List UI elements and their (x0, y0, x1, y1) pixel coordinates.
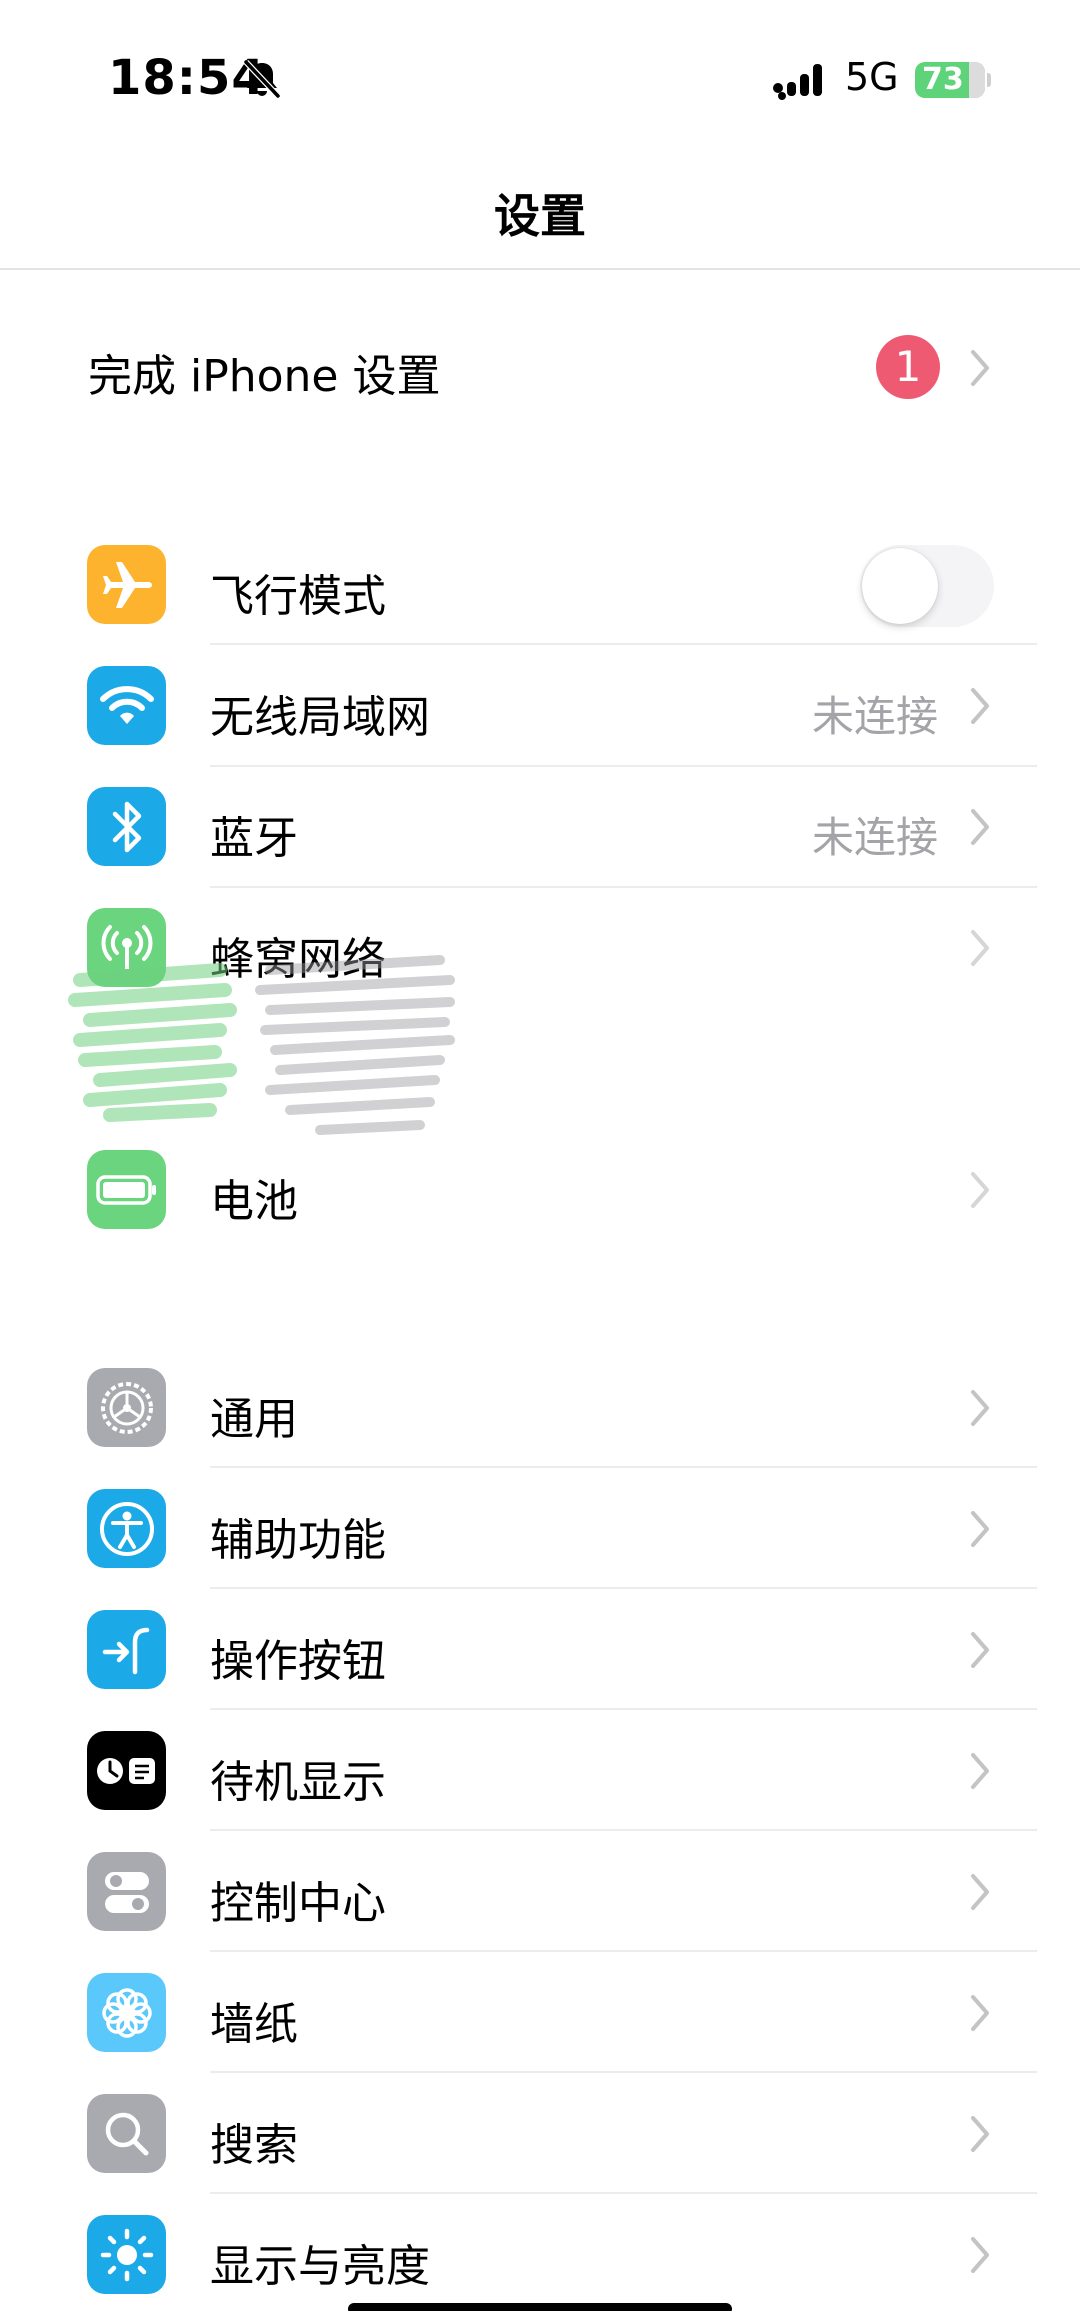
gear-icon (87, 1368, 166, 1447)
row-divider (210, 643, 1037, 645)
search-label: 搜索 (210, 2120, 298, 2171)
general-label: 通用 (210, 1394, 298, 1445)
chevron-right-icon (971, 1172, 989, 1208)
settings-row-bluetooth[interactable]: 蓝牙 未连接 (0, 767, 1080, 887)
settings-row-wifi[interactable]: 无线局域网 未连接 (0, 646, 1080, 766)
wifi-icon (87, 666, 166, 745)
header-divider (0, 268, 1080, 270)
settings-row-wallpaper[interactable]: 墙纸 (0, 1953, 1080, 2073)
accessibility-icon (87, 1489, 166, 1568)
airplane-icon (87, 545, 166, 624)
row-divider (210, 1950, 1037, 1952)
chevron-right-icon (971, 350, 989, 386)
network-type: 5G (845, 55, 899, 99)
chevron-right-icon (971, 1995, 989, 2031)
battery-tip (987, 73, 991, 87)
settings-row-control-center[interactable]: 控制中心 (0, 1832, 1080, 1952)
settings-row-standby[interactable]: 待机显示 (0, 1711, 1080, 1831)
brightness-icon (87, 2215, 166, 2294)
accessibility-label: 辅助功能 (210, 1515, 386, 1566)
row-divider (210, 1587, 1037, 1589)
chevron-right-icon (971, 1632, 989, 1668)
row-divider (210, 2071, 1037, 2073)
battery-icon (87, 1150, 166, 1229)
chevron-right-icon (971, 1753, 989, 1789)
chevron-right-icon (971, 688, 989, 724)
control-center-label: 控制中心 (210, 1878, 386, 1929)
settings-row-search[interactable]: 搜索 (0, 2074, 1080, 2194)
notification-badge: 1 (876, 335, 940, 399)
wifi-status: 未连接 (811, 692, 938, 741)
settings-row-display-brightness[interactable]: 显示与亮度 (0, 2195, 1080, 2311)
finish-setup-label: 完成 iPhone 设置 (88, 351, 441, 402)
bluetooth-icon (87, 787, 166, 866)
wallpaper-icon (87, 1973, 166, 2052)
wallpaper-label: 墙纸 (210, 1999, 298, 2050)
page-title: 设置 (494, 189, 586, 243)
chevron-right-icon (971, 1390, 989, 1426)
bluetooth-status: 未连接 (811, 813, 938, 862)
chevron-right-icon (971, 1511, 989, 1547)
row-divider (210, 1708, 1037, 1710)
toggle-knob (862, 548, 938, 624)
search-icon (87, 2094, 166, 2173)
cellular-label: 蜂窝网络 (210, 934, 386, 985)
standby-label: 待机显示 (210, 1757, 386, 1808)
action-button-label: 操作按钮 (210, 1636, 386, 1687)
chevron-right-icon (971, 930, 989, 966)
chevron-right-icon (971, 809, 989, 845)
settings-row-battery[interactable]: 电池 (0, 1130, 1080, 1250)
settings-row-cellular[interactable]: 蜂窝网络 (0, 888, 1080, 1008)
standby-icon (87, 1731, 166, 1810)
battery-label: 电池 (210, 1176, 298, 1227)
row-divider (210, 1829, 1037, 1831)
airplane-mode-label: 飞行模式 (210, 571, 386, 622)
row-divider (210, 2192, 1037, 2194)
bluetooth-label: 蓝牙 (210, 813, 298, 864)
action-button-icon (87, 1610, 166, 1689)
battery-level: 73 (922, 62, 964, 97)
control-center-icon (87, 1852, 166, 1931)
chevron-right-icon (971, 2116, 989, 2152)
cellular-icon (87, 908, 166, 987)
chevron-right-icon (971, 1874, 989, 1910)
status-bar: 18:54 5G 73 (0, 0, 1080, 150)
settings-row-action-button[interactable]: 操作按钮 (0, 1590, 1080, 1710)
chevron-right-icon (971, 2237, 989, 2273)
battery-indicator: 73 (915, 62, 985, 98)
row-divider (210, 1466, 1037, 1468)
settings-row-accessibility[interactable]: 辅助功能 (0, 1469, 1080, 1589)
settings-screen: 18:54 5G 73 设置 完成 iPhone 设置 1 飞行模式 无线局域网… (0, 0, 1080, 2311)
silent-mode-icon (243, 59, 281, 99)
signal-icon (773, 64, 822, 100)
home-indicator[interactable] (348, 2303, 732, 2311)
display-brightness-label: 显示与亮度 (210, 2241, 430, 2292)
wifi-label: 无线局域网 (210, 692, 430, 743)
settings-row-general[interactable]: 通用 (0, 1348, 1080, 1468)
